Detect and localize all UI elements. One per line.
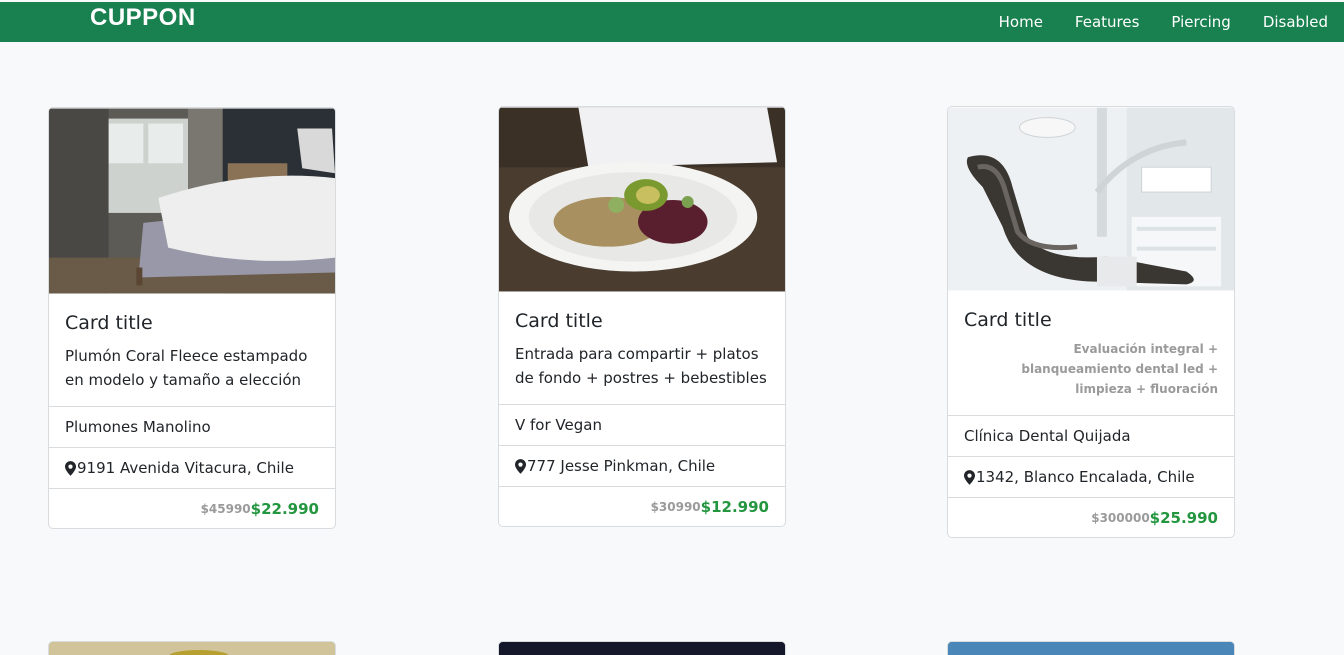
price: $25.990	[1149, 508, 1218, 527]
card-title: Card title	[65, 312, 153, 334]
dental-chair-photo	[948, 107, 1234, 291]
sky-photo	[948, 642, 1234, 655]
map-marker-icon	[65, 460, 76, 476]
old-price: $30990	[650, 499, 701, 514]
address-text: 777 Jesse Pinkman, Chile	[527, 457, 716, 475]
card-address: 9191 Avenida Vitacura, Chile	[49, 447, 335, 488]
card-footer: $30990 $12.990	[499, 486, 785, 526]
card-address: 1342, Blanco Encalada, Chile	[948, 456, 1234, 497]
card-body: Card title Plumón Coral Fleece estampado…	[49, 294, 335, 406]
merchant-name: Plumones Manolino	[65, 418, 211, 436]
bedroom-photo	[49, 108, 335, 294]
price: $22.990	[250, 499, 319, 518]
card-description: Entrada para compartir + platos de fondo…	[515, 345, 767, 387]
salad-photo	[499, 107, 785, 292]
product-card-image-partial	[498, 641, 786, 655]
nav-piercing[interactable]: Piercing	[1155, 2, 1246, 42]
card-merchant: V for Vegan	[499, 404, 785, 445]
card-description: Plumón Coral Fleece estampado en modelo …	[65, 347, 308, 389]
food-photo	[49, 642, 335, 655]
address-text: 1342, Blanco Encalada, Chile	[976, 468, 1195, 486]
product-card-image-partial	[947, 641, 1235, 655]
card-footer: $300000 $25.990	[948, 497, 1234, 537]
brand-logo[interactable]: CUPPON	[90, 4, 196, 32]
nav-features[interactable]: Features	[1059, 2, 1156, 42]
product-card: Card title Entrada para compartir + plat…	[498, 106, 786, 527]
nav-disabled[interactable]: Disabled	[1247, 2, 1344, 42]
price: $12.990	[700, 497, 769, 516]
nav-home[interactable]: Home	[983, 2, 1059, 42]
map-marker-icon	[964, 469, 975, 485]
card-merchant: Plumones Manolino	[49, 406, 335, 447]
navbar: CUPPON Home Features Piercing Disabled	[0, 2, 1344, 42]
card-body: Card title Entrada para compartir + plat…	[499, 292, 785, 404]
product-card-image-partial	[48, 641, 336, 655]
old-price: $300000	[1091, 510, 1150, 525]
address-text: 9191 Avenida Vitacura, Chile	[77, 459, 294, 477]
card-footer: $45990 $22.990	[49, 488, 335, 528]
product-card: Card title Evaluación integral + blanque…	[947, 106, 1235, 538]
map-marker-icon	[515, 458, 526, 474]
product-card: Card title Plumón Coral Fleece estampado…	[48, 107, 336, 529]
old-price: $45990	[200, 501, 251, 516]
card-title: Card title	[515, 310, 603, 332]
merchant-name: Clínica Dental Quijada	[964, 427, 1131, 445]
card-address: 777 Jesse Pinkman, Chile	[499, 445, 785, 486]
card-title: Card title	[964, 309, 1052, 331]
nav-links: Home Features Piercing Disabled	[983, 2, 1344, 42]
merchant-name: V for Vegan	[515, 416, 602, 434]
night-photo	[499, 642, 785, 655]
card-body: Card title Evaluación integral + blanque…	[948, 291, 1234, 415]
card-merchant: Clínica Dental Quijada	[948, 415, 1234, 456]
card-description: Evaluación integral + blanqueamiento den…	[1021, 342, 1218, 396]
